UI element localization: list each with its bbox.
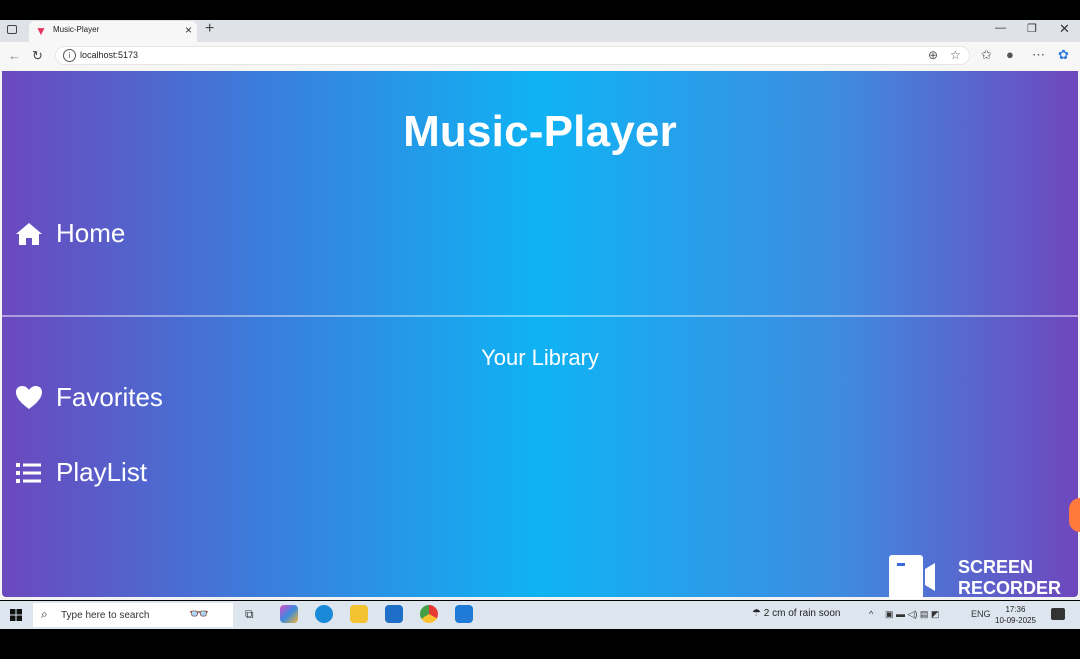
search-icon: ⌕: [41, 607, 48, 621]
recorder-label: SCREEN RECORDER: [958, 557, 1061, 599]
url-field[interactable]: i localhost:5173 ⊕ ☆: [55, 46, 970, 65]
vite-icon: ▼: [35, 24, 47, 38]
weather-text: 2 cm of rain soon: [763, 608, 841, 619]
file-explorer-icon[interactable]: [350, 605, 368, 623]
copilot-app-icon[interactable]: [280, 605, 298, 623]
tab-title: Music-Player: [53, 25, 100, 34]
refresh-icon[interactable]: ↻: [32, 48, 43, 64]
taskbar: ⌕ Type here to search 👓 ⧉ ☂ 2 cm of rain…: [0, 601, 1080, 629]
search-placeholder: Type here to search: [61, 610, 150, 621]
heart-icon: [16, 386, 42, 409]
new-tab-icon[interactable]: +: [205, 20, 214, 38]
edge-icon[interactable]: [315, 605, 333, 623]
library-heading: Your Library: [481, 345, 599, 370]
back-icon[interactable]: ←: [8, 48, 21, 63]
browser-window: ▼ Music-Player × + — ❐ ✕ ← ↻ i localhost…: [0, 20, 1080, 600]
screen-recorder-watermark: SCREEN RECORDER: [889, 553, 1069, 601]
clock[interactable]: 17:36 10-09-2025: [995, 604, 1036, 626]
more-menu-icon[interactable]: ⋯: [1032, 47, 1045, 63]
address-bar: ← ↻ i localhost:5173 ⊕ ☆ ✩ ● ⋯ ✿: [0, 42, 1080, 70]
url-text: localhost:5173: [80, 50, 139, 60]
search-highlight-icon: 👓: [189, 606, 209, 623]
music-player-app: Music-Player Home Your Library Favorites: [2, 71, 1078, 597]
windows-start-icon[interactable]: [10, 609, 22, 621]
home-icon: [16, 223, 42, 245]
nav-playlist-label: PlayList: [56, 457, 148, 487]
tab-bar: ▼ Music-Player × + — ❐ ✕: [0, 20, 1080, 42]
clock-time: 17:36: [1005, 605, 1026, 614]
chrome-icon[interactable]: [420, 605, 438, 623]
recorder-line2: RECORDER: [958, 578, 1062, 598]
copilot-icon[interactable]: ✿: [1058, 47, 1069, 63]
restore-icon[interactable]: ❐: [1027, 22, 1037, 35]
task-view-icon[interactable]: ⧉: [245, 607, 263, 625]
clock-date: 10-09-2025: [995, 616, 1036, 625]
outlook-icon[interactable]: [385, 605, 403, 623]
tray-chevron-icon[interactable]: ^: [869, 609, 873, 619]
profile-icon[interactable]: ●: [1006, 47, 1014, 62]
zoom-icon[interactable]: ⊕: [928, 48, 938, 62]
tray-icons[interactable]: ▣ ▬ ◁) ▤ ◩: [885, 609, 939, 620]
language-indicator[interactable]: ENG: [971, 609, 991, 619]
favorite-star-icon[interactable]: ☆: [950, 48, 961, 62]
recorder-line1: SCREEN: [958, 557, 1034, 577]
close-tab-icon[interactable]: ×: [185, 23, 192, 37]
favorites-icon[interactable]: ✩: [981, 47, 992, 63]
list-icon: [16, 463, 41, 483]
window-menu-icon[interactable]: [7, 25, 17, 34]
app-title: Music-Player: [403, 107, 677, 156]
notification-icon[interactable]: [1051, 608, 1065, 620]
vscode-icon[interactable]: [455, 605, 473, 623]
nav-favorites-label: Favorites: [56, 382, 163, 412]
weather-status[interactable]: ☂ 2 cm of rain soon: [752, 608, 840, 619]
minimize-icon[interactable]: —: [995, 22, 1006, 34]
camera-icon: [889, 555, 935, 599]
floating-widget-icon[interactable]: [1069, 498, 1080, 532]
section-divider: [2, 315, 1078, 317]
nav-home-label: Home: [56, 218, 126, 248]
browser-tab[interactable]: ▼ Music-Player ×: [29, 21, 197, 42]
taskbar-search[interactable]: ⌕ Type here to search 👓: [33, 603, 233, 627]
close-window-icon[interactable]: ✕: [1059, 21, 1070, 37]
info-icon[interactable]: i: [63, 49, 76, 62]
